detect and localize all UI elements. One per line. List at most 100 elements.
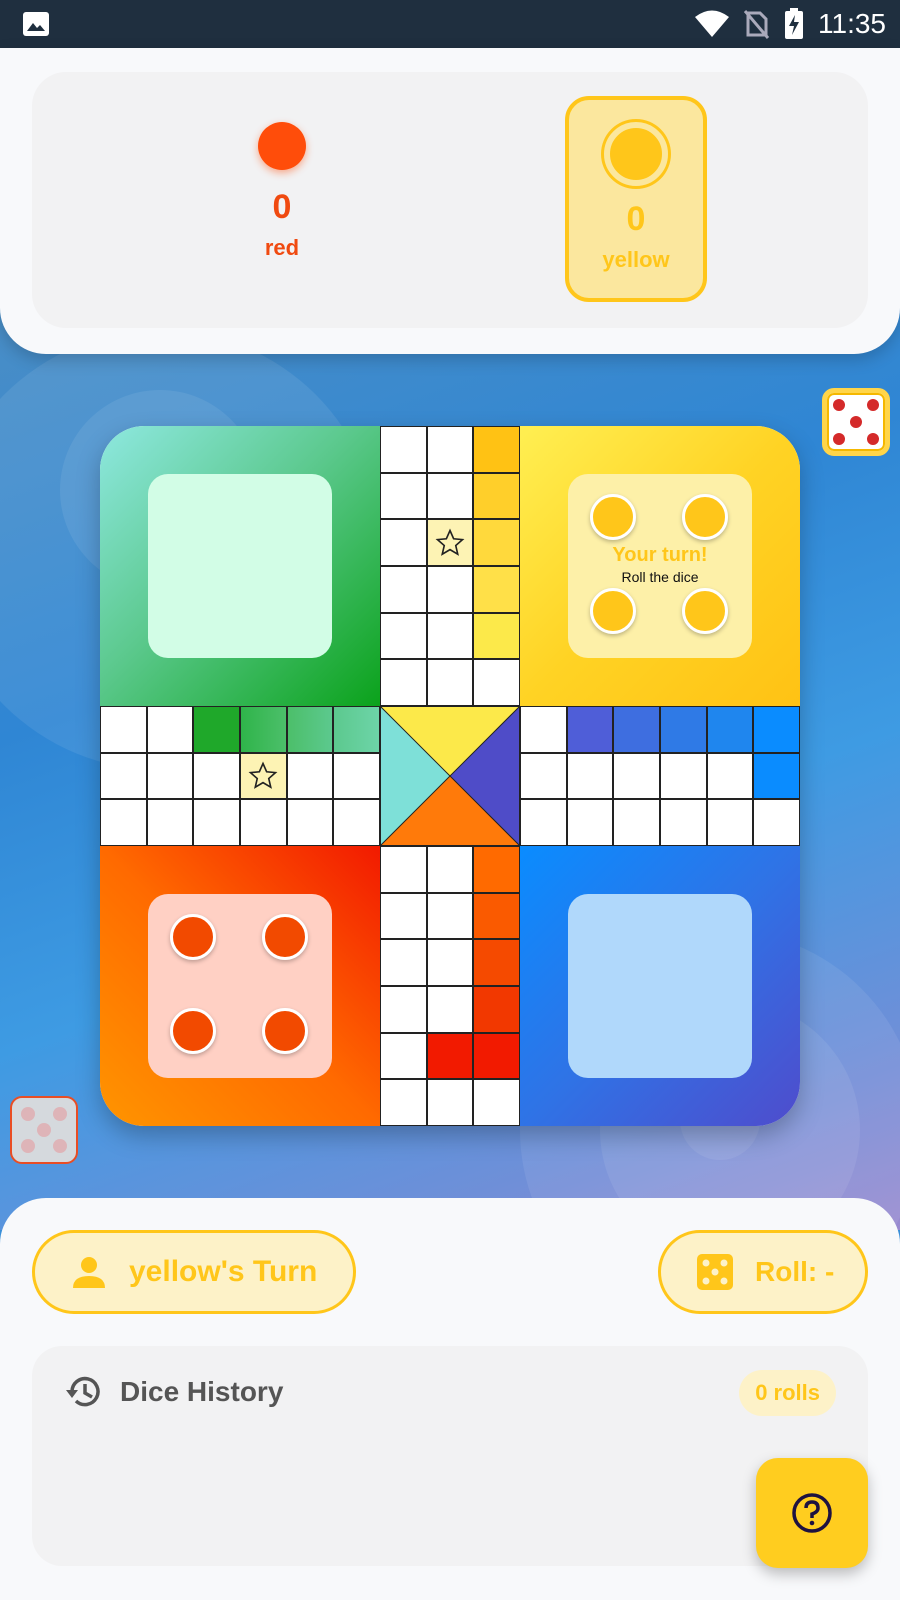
board-cell[interactable] [706, 706, 754, 753]
board-cell[interactable] [473, 1079, 520, 1126]
board-cell[interactable] [380, 659, 427, 706]
no-sim-icon [744, 10, 770, 39]
board-cell[interactable] [566, 706, 614, 753]
ludo-board: Your turn! Roll the dice [100, 426, 800, 1126]
board-cell[interactable] [380, 1079, 427, 1126]
board-cell[interactable] [753, 799, 800, 846]
yellow-player-name: yellow [602, 247, 670, 272]
board-cell[interactable] [333, 706, 380, 753]
board-cell[interactable] [380, 612, 427, 660]
image-icon [23, 12, 49, 36]
board-cell[interactable] [146, 799, 194, 846]
board-cell[interactable] [146, 752, 194, 800]
board-cell[interactable] [100, 752, 147, 800]
red-token[interactable] [262, 914, 308, 960]
board-cell[interactable] [473, 612, 520, 660]
red-token[interactable] [170, 1008, 216, 1054]
board-cell[interactable] [753, 706, 800, 753]
safe-star-cell[interactable] [426, 519, 474, 566]
board-cell[interactable] [706, 799, 754, 846]
board-cell[interactable] [566, 799, 614, 846]
board-cell[interactable] [426, 892, 474, 940]
board-cell[interactable] [426, 659, 474, 706]
board-cell[interactable] [380, 566, 427, 613]
roll-button[interactable]: Roll: - [658, 1230, 868, 1314]
board-cell[interactable] [566, 752, 614, 800]
board-cell[interactable] [100, 706, 147, 753]
board-cell[interactable] [240, 706, 287, 753]
board-cell[interactable] [473, 939, 520, 986]
status-bar: 11:35 [0, 0, 900, 48]
board-cell[interactable] [380, 846, 427, 893]
board-cell[interactable] [380, 939, 427, 986]
board-cell[interactable] [426, 986, 474, 1033]
board-cell[interactable] [473, 472, 520, 520]
board-cell[interactable] [193, 752, 240, 800]
board-cell[interactable] [520, 706, 567, 753]
board-cell[interactable] [286, 799, 334, 846]
dice-history-title: Dice History [120, 1376, 284, 1407]
board-cell[interactable] [706, 752, 754, 800]
board-cell[interactable] [380, 892, 427, 940]
board-cell[interactable] [473, 846, 520, 893]
yellow-token[interactable] [590, 588, 636, 634]
score-panel: 0 red 0 yellow [0, 48, 900, 354]
board-cell[interactable] [380, 426, 427, 473]
board-cell[interactable] [426, 472, 474, 520]
board-cell[interactable] [193, 799, 240, 846]
help-button[interactable] [756, 1458, 868, 1568]
board-cell[interactable] [333, 799, 380, 846]
board-cell[interactable] [520, 752, 567, 800]
board-cell[interactable] [380, 519, 427, 566]
roll-label: Roll: - [755, 1256, 835, 1287]
board-cell[interactable] [473, 892, 520, 940]
board-cell[interactable] [660, 706, 707, 753]
board-cell[interactable] [473, 659, 520, 706]
red-player-dot [258, 122, 306, 170]
blue-home-yard [568, 894, 752, 1078]
board-cell[interactable] [753, 752, 800, 800]
board-cell[interactable] [380, 472, 427, 520]
red-token[interactable] [170, 914, 216, 960]
turn-message-subtitle: Roll the dice [621, 569, 699, 585]
yellow-dice[interactable] [822, 388, 890, 456]
red-score: 0 [272, 188, 292, 226]
board-cell[interactable] [193, 706, 240, 753]
board-cell[interactable] [520, 799, 567, 846]
board-cell[interactable] [473, 986, 520, 1033]
board-cell[interactable] [473, 566, 520, 613]
yellow-token[interactable] [590, 494, 636, 540]
board-cell[interactable] [100, 799, 147, 846]
board-cell[interactable] [660, 752, 707, 800]
battery-charging-icon [785, 8, 803, 39]
safe-star-cell[interactable] [240, 752, 287, 800]
yellow-token[interactable] [682, 588, 728, 634]
yellow-token[interactable] [682, 494, 728, 540]
board-cell[interactable] [380, 986, 427, 1033]
board-cell[interactable] [286, 752, 334, 800]
board-cell[interactable] [613, 752, 660, 800]
board-cell[interactable] [660, 799, 707, 846]
board-cell[interactable] [426, 1032, 474, 1080]
board-cell[interactable] [473, 426, 520, 473]
board-cell[interactable] [426, 426, 474, 473]
board-cell[interactable] [426, 612, 474, 660]
yellow-player-dot [604, 122, 668, 186]
board-cell[interactable] [286, 706, 334, 753]
board-cell[interactable] [426, 1079, 474, 1126]
board-cell[interactable] [333, 752, 380, 800]
red-player-name: red [264, 235, 300, 260]
board-cell[interactable] [426, 939, 474, 986]
board-cell[interactable] [426, 846, 474, 893]
clock: 11:35 [818, 8, 886, 39]
board-cell[interactable] [426, 566, 474, 613]
board-cell[interactable] [146, 706, 194, 753]
board-cell[interactable] [240, 799, 287, 846]
board-cell[interactable] [380, 1032, 427, 1080]
board-cell[interactable] [613, 706, 660, 753]
board-cell[interactable] [613, 799, 660, 846]
red-dice[interactable] [10, 1096, 78, 1164]
board-cell[interactable] [473, 1032, 520, 1080]
board-cell[interactable] [473, 519, 520, 566]
red-token[interactable] [262, 1008, 308, 1054]
